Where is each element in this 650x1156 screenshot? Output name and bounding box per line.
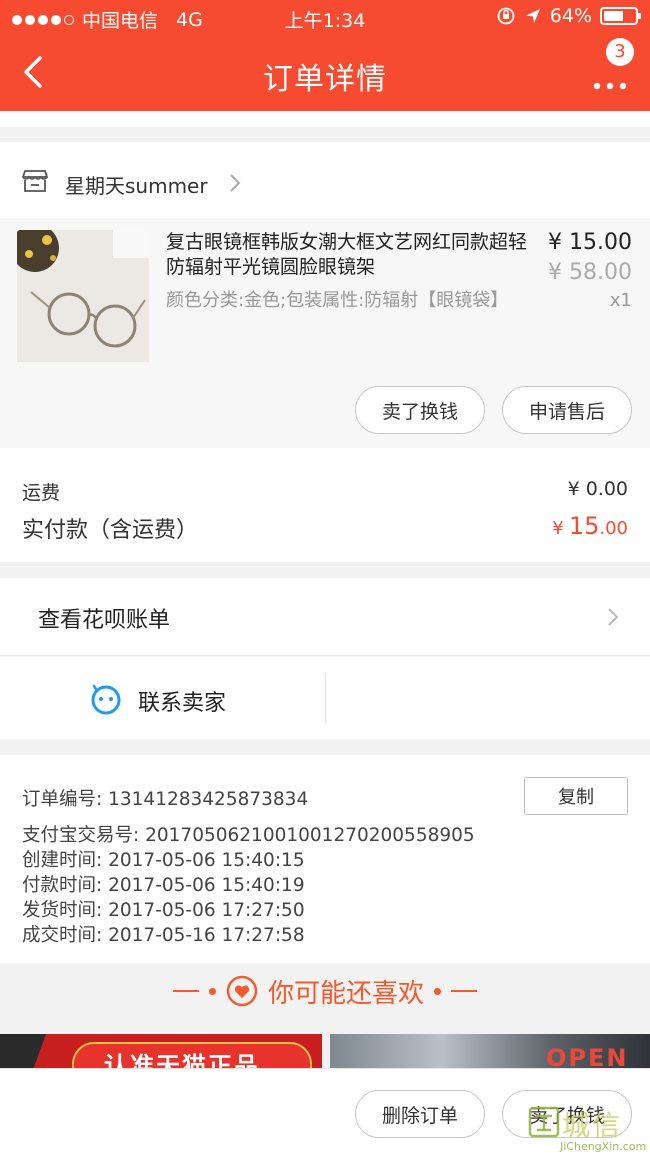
page-title: 订单详情 (263, 62, 387, 97)
sell-for-cash-button[interactable]: 卖了换钱 (355, 386, 485, 434)
divider-right (451, 990, 477, 992)
watermark-logo-icon (528, 1106, 560, 1138)
copy-order-button[interactable]: 复制 (524, 777, 628, 815)
dot-right (434, 987, 441, 995)
battery-icon (600, 7, 641, 25)
watermark-small-text: JiChengXin.com (560, 1140, 647, 1153)
huabei-row[interactable]: 查看花呗账单 (0, 578, 650, 656)
shipping-label: 运费 (22, 482, 61, 504)
app-header: 中国电信 4G 上午1:34 64% 订单详情 3 (0, 0, 650, 111)
site-watermark: 城信 JiChengXin.com (528, 1104, 646, 1156)
glasses-image (17, 230, 149, 362)
product-title[interactable]: 复古眼镜框韩版女潮大框文艺网红同款超轻防辐射平光镜圆脸眼镜架 (166, 230, 534, 280)
chevron-right-icon (230, 174, 241, 192)
paid-time-line: 付款时间: 2017-05-06 15:40:19 (22, 875, 305, 896)
shop-name: 星期天summer (65, 174, 208, 198)
created-time-line: 创建时间: 2017-05-06 15:40:15 (22, 850, 305, 871)
recommend-title: 你可能还喜欢 (267, 978, 424, 1009)
chevron-right-icon (608, 608, 619, 626)
notification-badge: 3 (606, 38, 634, 66)
product-quantity: x1 (609, 290, 632, 311)
total-decimals: .00 (599, 518, 628, 539)
contact-divider (325, 673, 326, 723)
recommend-header: 你可能还喜欢 (0, 968, 650, 1014)
product-spec: 颜色分类:金色;包装属性:防辐射【眼镜袋】 (166, 290, 509, 311)
battery-label: 64% (549, 5, 592, 27)
product-card[interactable]: 复古眼镜框韩版女潮大框文艺网红同款超轻防辐射平光镜圆脸眼镜架 颜色分类:金色;包… (0, 218, 650, 448)
total-label: 实付款（含运费） (22, 518, 199, 543)
fee-section: 运费 ¥ 0.00 实付款（含运费） ¥ 15.00 (0, 448, 650, 562)
contact-seller-label: 联系卖家 (138, 691, 227, 716)
shipped-time-line: 发货时间: 2017-05-06 17:27:50 (22, 900, 305, 921)
dot-left (208, 987, 216, 995)
status-bar: 中国电信 4G 上午1:34 64% (0, 0, 650, 36)
chat-face-icon (91, 684, 121, 715)
shop-row[interactable]: 星期天summer (0, 142, 650, 218)
order-number-line: 订单编号: 13141283425873834 (22, 789, 309, 810)
after-sale-button[interactable]: 申请售后 (502, 386, 632, 434)
nav-bar: 订单详情 3 (0, 36, 650, 111)
order-info-section: 复制 订单编号: 13141283425873834 支付宝交易号: 20170… (0, 755, 650, 963)
watermark-big-text: 城信 (562, 1109, 623, 1142)
heart-icon (226, 975, 258, 1007)
store-icon (22, 170, 48, 192)
rotation-lock-icon (497, 7, 515, 25)
product-price: ¥ 15.00 (548, 230, 632, 255)
top-strip (0, 111, 650, 127)
divider-left (172, 990, 199, 992)
total-value: ¥ 15.00 (552, 512, 628, 540)
delete-order-button[interactable]: 删除订单 (355, 1090, 485, 1138)
contact-seller-button[interactable]: 联系卖家 (0, 657, 325, 739)
product-thumbnail[interactable] (17, 230, 149, 362)
shipping-value: ¥ 0.00 (567, 478, 628, 500)
alipay-trade-line: 支付宝交易号: 2017050621001001270200558905 (22, 825, 475, 846)
location-icon (525, 9, 540, 23)
total-currency: ¥ (552, 518, 564, 539)
status-right: 64% (496, 5, 641, 27)
contact-row: 联系卖家 (0, 657, 650, 739)
completed-time-line: 成交时间: 2017-05-16 17:27:58 (22, 925, 305, 946)
product-original-price: ¥ 58.00 (548, 260, 632, 285)
total-amount: 15 (568, 512, 600, 540)
huabei-label: 查看花呗账单 (38, 608, 171, 633)
